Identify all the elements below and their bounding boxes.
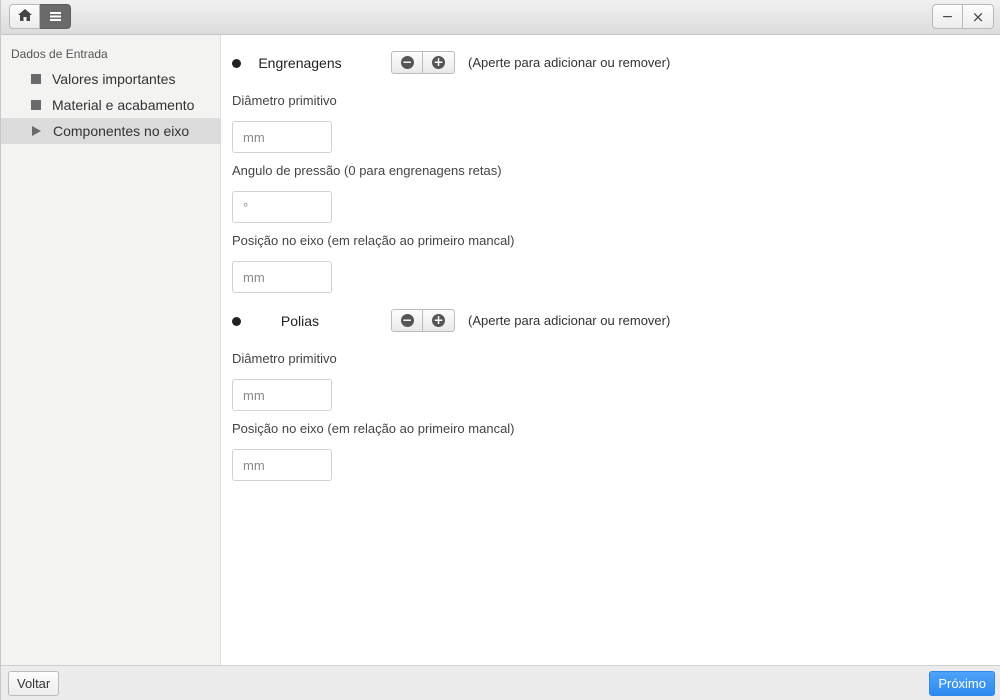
sidebar-item-material-e-acabamento[interactable]: Material e acabamento [1, 92, 221, 118]
plus-circle-icon: + [432, 313, 445, 327]
gear-pressure-angle-label: Angulo de pressão (0 para engrenagens re… [232, 163, 502, 178]
sidebar: Dados de Entrada Valores importantes Mat… [1, 35, 221, 665]
footer-bar: Voltar Próximo [1, 665, 1000, 700]
gear-pitch-diameter-input[interactable] [232, 121, 332, 153]
minimize-icon: − [941, 8, 954, 25]
gears-add-remove-group: − + [391, 51, 455, 74]
home-icon [17, 9, 32, 24]
pulleys-section-header: Polias − + (Aperte para adicionar ou rem… [222, 307, 1000, 335]
gear-shaft-position-label: Posição no eixo (em relação ao primeiro … [232, 233, 515, 248]
window-controls: − × [932, 4, 994, 29]
square-bullet-icon [31, 100, 41, 110]
sidebar-item-label: Material e acabamento [52, 97, 195, 113]
gears-hint: (Aperte para adicionar ou remover) [468, 55, 671, 70]
add-pulley-button[interactable]: + [423, 309, 455, 332]
menu-button[interactable] [40, 4, 71, 29]
home-button[interactable] [9, 4, 40, 29]
sidebar-item-label: Componentes no eixo [53, 123, 190, 139]
menu-icon [49, 9, 61, 24]
gears-section-header: Engrenagens − + (Aperte para adicionar o… [222, 49, 1000, 77]
bullet-icon [232, 317, 241, 326]
add-gear-button[interactable]: + [423, 51, 455, 74]
pulley-pitch-diameter-input[interactable] [232, 379, 332, 411]
sidebar-header: Dados de Entrada [11, 47, 108, 61]
remove-gear-button[interactable]: − [391, 51, 423, 74]
pulleys-hint: (Aperte para adicionar ou remover) [468, 313, 671, 328]
close-button[interactable]: × [963, 4, 994, 29]
plus-circle-icon: + [432, 55, 445, 69]
play-arrow-icon [32, 126, 41, 136]
next-button[interactable]: Próximo [929, 671, 995, 696]
main-content: Engrenagens − + (Aperte para adicionar o… [222, 35, 1000, 665]
sidebar-item-componentes-no-eixo[interactable]: Componentes no eixo [1, 118, 221, 144]
gear-pressure-angle-input[interactable] [232, 191, 332, 223]
app-window: − × Dados de Entrada Valores importantes… [0, 0, 1000, 700]
bullet-icon [232, 59, 241, 68]
remove-pulley-button[interactable]: − [391, 309, 423, 332]
gear-shaft-position-input[interactable] [232, 261, 332, 293]
minus-circle-icon: − [400, 313, 414, 327]
minus-circle-icon: − [400, 55, 414, 69]
pulleys-section-title: Polias [280, 313, 320, 329]
pulley-shaft-position-label: Posição no eixo (em relação ao primeiro … [232, 421, 515, 436]
minimize-button[interactable]: − [932, 4, 963, 29]
sidebar-item-label: Valores importantes [52, 71, 176, 87]
gear-pitch-diameter-label: Diâmetro primitivo [232, 93, 337, 108]
pulley-pitch-diameter-label: Diâmetro primitivo [232, 351, 337, 366]
gears-section-title: Engrenagens [258, 55, 342, 71]
back-button[interactable]: Voltar [8, 671, 60, 696]
sidebar-item-valores-importantes[interactable]: Valores importantes [1, 66, 221, 92]
pulley-shaft-position-input[interactable] [232, 449, 332, 481]
close-icon: × [971, 7, 985, 26]
square-bullet-icon [31, 74, 41, 84]
title-bar: − × [1, 0, 1000, 35]
pulleys-add-remove-group: − + [391, 309, 455, 332]
nav-button-group [9, 4, 71, 29]
